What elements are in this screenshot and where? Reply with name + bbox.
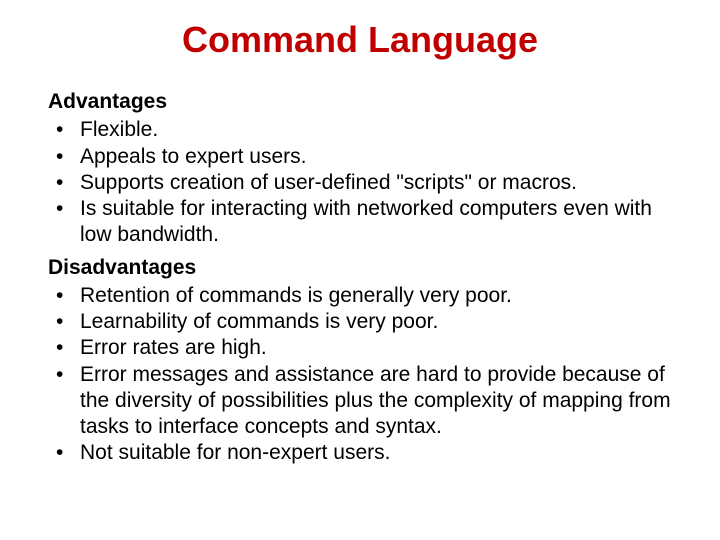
slide: Command Language Advantages Flexible. Ap… bbox=[0, 0, 720, 540]
list-item: Learnability of commands is very poor. bbox=[48, 309, 672, 335]
slide-title: Command Language bbox=[48, 18, 672, 61]
list-item: Not suitable for non-expert users. bbox=[48, 440, 672, 466]
list-item: Supports creation of user-defined "scrip… bbox=[48, 170, 672, 196]
list-item: Error rates are high. bbox=[48, 335, 672, 361]
advantages-heading: Advantages bbox=[48, 89, 672, 115]
list-item: Appeals to expert users. bbox=[48, 144, 672, 170]
list-item: Flexible. bbox=[48, 117, 672, 143]
list-item: Error messages and assistance are hard t… bbox=[48, 362, 672, 441]
list-item: Retention of commands is generally very … bbox=[48, 283, 672, 309]
disadvantages-heading: Disadvantages bbox=[48, 255, 672, 281]
list-item: Is suitable for interacting with network… bbox=[48, 196, 672, 249]
advantages-list: Flexible. Appeals to expert users. Suppo… bbox=[48, 117, 672, 248]
disadvantages-list: Retention of commands is generally very … bbox=[48, 283, 672, 467]
